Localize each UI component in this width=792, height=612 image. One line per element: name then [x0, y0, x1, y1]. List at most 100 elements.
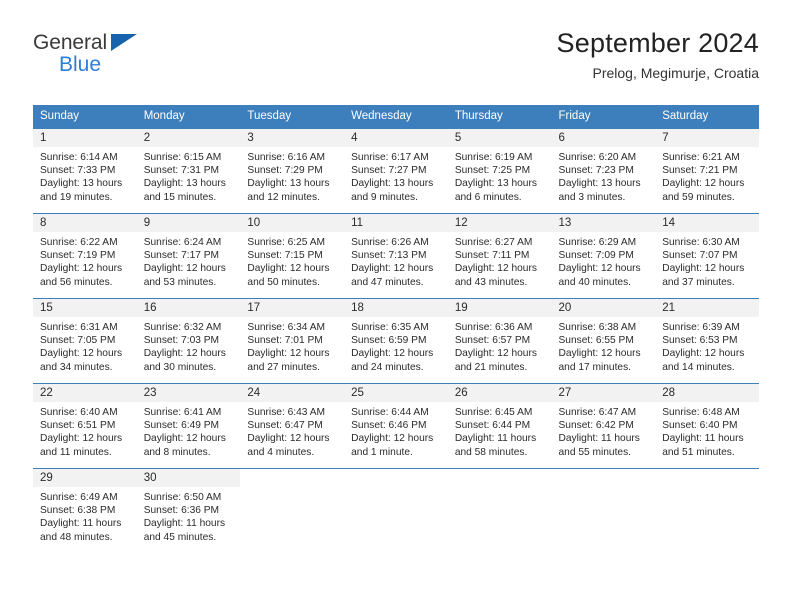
day-details: Sunrise: 6:49 AM Sunset: 6:38 PM Daylight:…	[33, 487, 137, 544]
daylight-text: Daylight: 12 hours and 40 minutes.	[558, 263, 641, 288]
daylight-text: Daylight: 12 hours and 8 minutes.	[143, 433, 226, 458]
day-cell-inner: 5 Sunrise: 6:19 AM Sunset: 7:25 PM Daylight…	[447, 128, 552, 213]
calendar-day-cell[interactable]: 28 Sunrise: 6:48 AM Sunset: 6:40 PM Dayligh…	[655, 382, 759, 469]
day-number: 19	[447, 298, 552, 317]
calendar-day-cell[interactable]: 22 Sunrise: 6:40 AM Sunset: 6:51 PM Dayligh…	[33, 382, 137, 469]
calendar-day-cell[interactable]: 11 Sunrise: 6:26 AM Sunset: 7:13 PM Dayligh…	[344, 212, 448, 299]
sunset-text: Sunset: 7:03 PM	[143, 334, 220, 346]
calendar-day-cell[interactable]: 25 Sunrise: 6:44 AM Sunset: 6:46 PM Dayligh…	[344, 382, 448, 469]
calendar-body: 1 Sunrise: 6:14 AM Sunset: 7:33 PM Daylight…	[33, 127, 759, 553]
day-cell-inner: 13 Sunrise: 6:29 AM Sunset: 7:09 PM Dayligh…	[551, 213, 656, 298]
calendar-day-cell[interactable]: 12 Sunrise: 6:27 AM Sunset: 7:11 PM Dayligh…	[447, 212, 552, 299]
weekday-header-wednesday: Wednesday	[344, 105, 448, 129]
calendar-day-cell[interactable]: 30 Sunrise: 6:50 AM Sunset: 6:36 PM Dayligh…	[136, 467, 241, 553]
page-subtitle: Prelog, Megimurje, Croatia	[592, 65, 759, 82]
calendar-day-cell[interactable]: 26 Sunrise: 6:45 AM Sunset: 6:44 PM Dayligh…	[447, 382, 552, 469]
day-number: 23	[136, 383, 241, 402]
daylight-text: Daylight: 11 hours and 48 minutes.	[40, 518, 122, 543]
calendar-day-cell[interactable]: 20 Sunrise: 6:38 AM Sunset: 6:55 PM Dayligh…	[551, 297, 656, 384]
day-details: Sunrise: 6:25 AM Sunset: 7:15 PM Daylight:…	[240, 232, 344, 289]
sunset-text: Sunset: 6:38 PM	[40, 504, 116, 516]
day-number: 1	[33, 128, 137, 147]
calendar-day-cell[interactable]: 16 Sunrise: 6:32 AM Sunset: 7:03 PM Dayligh…	[136, 297, 241, 384]
day-cell-inner	[240, 469, 344, 553]
day-details: Sunrise: 6:35 AM Sunset: 6:59 PM Daylight:…	[344, 317, 448, 374]
day-number	[240, 469, 344, 487]
calendar-cell-empty	[551, 467, 656, 553]
day-cell-inner: 22 Sunrise: 6:40 AM Sunset: 6:51 PM Dayligh…	[33, 383, 137, 468]
day-details: Sunrise: 6:38 AM Sunset: 6:55 PM Daylight:…	[552, 317, 656, 374]
day-cell-inner: 19 Sunrise: 6:36 AM Sunset: 6:57 PM Dayligh…	[447, 298, 552, 383]
calendar-day-cell[interactable]: 29 Sunrise: 6:49 AM Sunset: 6:38 PM Dayligh…	[33, 467, 137, 553]
day-details: Sunrise: 6:29 AM Sunset: 7:09 PM Daylight:…	[552, 232, 656, 289]
calendar-day-cell[interactable]: 5 Sunrise: 6:19 AM Sunset: 7:25 PM Daylight…	[447, 127, 552, 214]
calendar-day-cell[interactable]: 14 Sunrise: 6:30 AM Sunset: 7:07 PM Dayligh…	[655, 212, 759, 299]
day-details: Sunrise: 6:27 AM Sunset: 7:11 PM Daylight:…	[448, 232, 552, 289]
daylight-text: Daylight: 11 hours and 45 minutes.	[143, 518, 226, 543]
calendar-day-cell[interactable]: 4 Sunrise: 6:17 AM Sunset: 7:27 PM Daylight…	[344, 127, 448, 214]
day-details: Sunrise: 6:20 AM Sunset: 7:23 PM Daylight:…	[552, 147, 656, 204]
day-details: Sunrise: 6:31 AM Sunset: 7:05 PM Daylight:…	[33, 317, 137, 374]
day-cell-inner: 6 Sunrise: 6:20 AM Sunset: 7:23 PM Daylight…	[551, 128, 656, 213]
daylight-text: Daylight: 12 hours and 11 minutes.	[40, 433, 123, 458]
sunset-text: Sunset: 6:40 PM	[662, 419, 738, 431]
day-number: 16	[136, 298, 241, 317]
calendar-day-cell[interactable]: 2 Sunrise: 6:15 AM Sunset: 7:31 PM Daylight…	[136, 127, 241, 214]
day-cell-inner: 11 Sunrise: 6:26 AM Sunset: 7:13 PM Dayligh…	[344, 213, 448, 298]
general-blue-logo[interactable]: General Blue	[33, 28, 163, 88]
sunrise-text: Sunrise: 6:25 AM	[247, 236, 325, 248]
day-cell-inner: 30 Sunrise: 6:50 AM Sunset: 6:36 PM Dayligh…	[136, 468, 241, 553]
calendar-day-cell[interactable]: 27 Sunrise: 6:47 AM Sunset: 6:42 PM Dayligh…	[551, 382, 656, 469]
day-details: Sunrise: 6:16 AM Sunset: 7:29 PM Daylight:…	[240, 147, 344, 204]
calendar-day-cell[interactable]: 13 Sunrise: 6:29 AM Sunset: 7:09 PM Dayligh…	[551, 212, 656, 299]
sunset-text: Sunset: 7:13 PM	[351, 249, 427, 261]
calendar-header-row: Sunday Monday Tuesday Wednesday Thursday Frid…	[33, 105, 759, 129]
day-number: 14	[655, 213, 759, 232]
calendar-day-cell[interactable]: 23 Sunrise: 6:41 AM Sunset: 6:49 PM Dayligh…	[136, 382, 241, 469]
page-header: General Blue September 2024 Prelog, Megi…	[0, 28, 792, 96]
daylight-text: Daylight: 12 hours and 56 minutes.	[40, 263, 123, 288]
calendar-day-cell[interactable]: 17 Sunrise: 6:34 AM Sunset: 7:01 PM Dayligh…	[240, 297, 345, 384]
sunset-text: Sunset: 6:46 PM	[351, 419, 427, 431]
day-cell-inner: 28 Sunrise: 6:48 AM Sunset: 6:40 PM Dayligh…	[655, 383, 759, 468]
day-details: Sunrise: 6:32 AM Sunset: 7:03 PM Daylight:…	[137, 317, 241, 374]
calendar-day-cell[interactable]: 24 Sunrise: 6:43 AM Sunset: 6:47 PM Dayligh…	[240, 382, 345, 469]
sunrise-text: Sunrise: 6:48 AM	[662, 406, 740, 418]
calendar-day-cell[interactable]: 3 Sunrise: 6:16 AM Sunset: 7:29 PM Daylight…	[240, 127, 345, 214]
calendar-day-cell[interactable]: 9 Sunrise: 6:24 AM Sunset: 7:17 PM Daylight…	[136, 212, 241, 299]
logo-text-blue: Blue	[59, 53, 102, 76]
calendar-day-cell[interactable]: 1 Sunrise: 6:14 AM Sunset: 7:33 PM Daylight…	[33, 127, 137, 214]
day-details: Sunrise: 6:34 AM Sunset: 7:01 PM Daylight:…	[240, 317, 344, 374]
calendar-day-cell[interactable]: 8 Sunrise: 6:22 AM Sunset: 7:19 PM Daylight…	[33, 212, 137, 299]
sunrise-text: Sunrise: 6:35 AM	[351, 321, 429, 333]
daylight-text: Daylight: 12 hours and 59 minutes.	[662, 178, 745, 203]
sunset-text: Sunset: 7:07 PM	[662, 249, 738, 261]
day-cell-inner: 18 Sunrise: 6:35 AM Sunset: 6:59 PM Dayligh…	[344, 298, 448, 383]
daylight-text: Daylight: 12 hours and 37 minutes.	[662, 263, 745, 288]
day-number	[448, 469, 552, 487]
sunset-text: Sunset: 6:55 PM	[558, 334, 634, 346]
daylight-text: Daylight: 12 hours and 24 minutes.	[351, 348, 434, 373]
calendar-day-cell[interactable]: 21 Sunrise: 6:39 AM Sunset: 6:53 PM Dayligh…	[655, 297, 759, 384]
calendar-day-cell[interactable]: 7 Sunrise: 6:21 AM Sunset: 7:21 PM Daylight…	[655, 127, 759, 214]
day-number: 4	[344, 128, 448, 147]
calendar-day-cell[interactable]: 19 Sunrise: 6:36 AM Sunset: 6:57 PM Dayligh…	[447, 297, 552, 384]
sunrise-text: Sunrise: 6:14 AM	[40, 151, 118, 163]
daylight-text: Daylight: 12 hours and 14 minutes.	[662, 348, 745, 373]
calendar-day-cell[interactable]: 15 Sunrise: 6:31 AM Sunset: 7:05 PM Dayligh…	[33, 297, 137, 384]
day-number	[655, 469, 759, 487]
calendar-day-cell[interactable]: 10 Sunrise: 6:25 AM Sunset: 7:15 PM Dayligh…	[240, 212, 345, 299]
day-cell-inner: 16 Sunrise: 6:32 AM Sunset: 7:03 PM Dayligh…	[136, 298, 241, 383]
calendar-day-cell[interactable]: 18 Sunrise: 6:35 AM Sunset: 6:59 PM Dayligh…	[344, 297, 448, 384]
sunset-text: Sunset: 7:25 PM	[454, 164, 531, 176]
page-title: September 2024	[556, 28, 759, 58]
sunset-text: Sunset: 6:42 PM	[558, 419, 634, 431]
sunset-text: Sunset: 7:01 PM	[247, 334, 323, 346]
calendar-day-cell[interactable]: 6 Sunrise: 6:20 AM Sunset: 7:23 PM Daylight…	[551, 127, 656, 214]
day-number: 2	[136, 128, 241, 147]
daylight-text: Daylight: 12 hours and 21 minutes.	[454, 348, 537, 373]
day-details: Sunrise: 6:22 AM Sunset: 7:19 PM Daylight:…	[33, 232, 137, 289]
day-details: Sunrise: 6:39 AM Sunset: 6:53 PM Daylight:…	[655, 317, 759, 374]
sunset-text: Sunset: 7:11 PM	[454, 249, 530, 261]
daylight-text: Daylight: 12 hours and 27 minutes.	[247, 348, 330, 373]
